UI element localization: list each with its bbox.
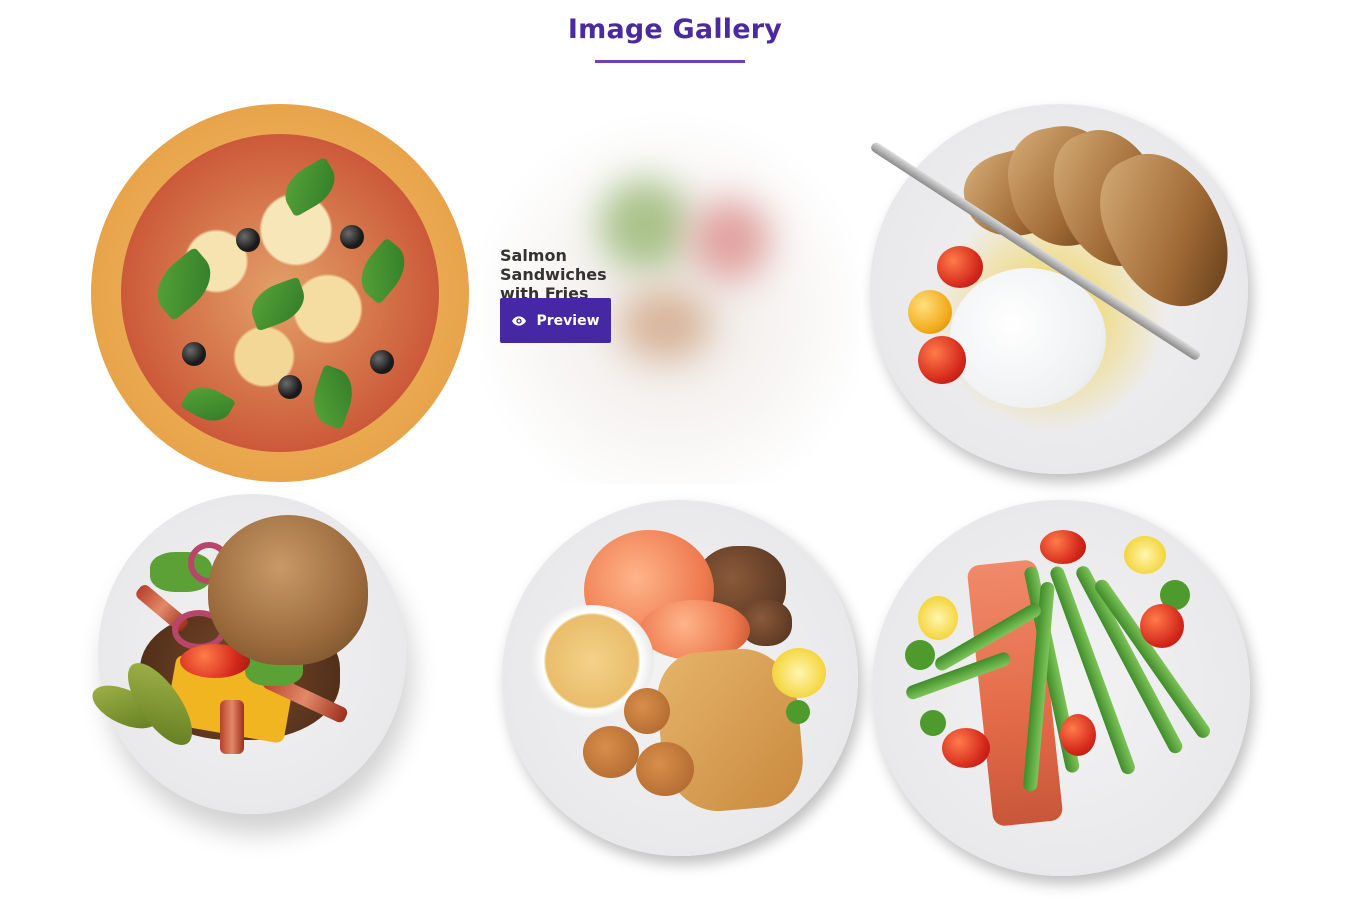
cherry-tomato — [937, 246, 983, 288]
arugula — [920, 710, 946, 736]
potato-cake — [636, 742, 694, 796]
olive — [182, 342, 206, 366]
potato-cake — [583, 726, 639, 778]
cherry-tomato — [1140, 604, 1184, 648]
burger-bun — [208, 515, 368, 665]
yellow-tomato — [908, 290, 952, 334]
lemon-wedge — [772, 648, 826, 698]
olive — [340, 225, 364, 249]
cherry-tomato — [1040, 530, 1086, 564]
olive — [370, 350, 394, 374]
preview-button[interactable]: Preview — [500, 298, 611, 343]
blur-blob — [620, 290, 710, 360]
eye-icon — [512, 315, 527, 326]
cherry-tomato — [942, 728, 990, 768]
olive — [278, 375, 302, 399]
bacon — [220, 700, 244, 754]
lemon-wedge — [1124, 536, 1166, 574]
olive — [236, 228, 260, 252]
cherry-tomato — [918, 336, 966, 384]
arugula — [905, 640, 935, 670]
gallery-item-salmon-asparagus[interactable] — [0, 0, 1250, 876]
blur-blob — [690, 200, 770, 280]
blur-blob — [600, 180, 690, 270]
burrata — [950, 268, 1106, 408]
title-underline — [595, 60, 745, 63]
gallery-caption: Salmon Sandwiches with Fries — [500, 246, 607, 303]
parsley — [786, 700, 810, 724]
preview-button-label: Preview — [536, 312, 600, 329]
potato-cake — [624, 688, 670, 734]
lemon-wedge — [918, 596, 958, 640]
cherry-tomato — [1060, 714, 1096, 756]
page-title: Image Gallery — [567, 14, 783, 45]
